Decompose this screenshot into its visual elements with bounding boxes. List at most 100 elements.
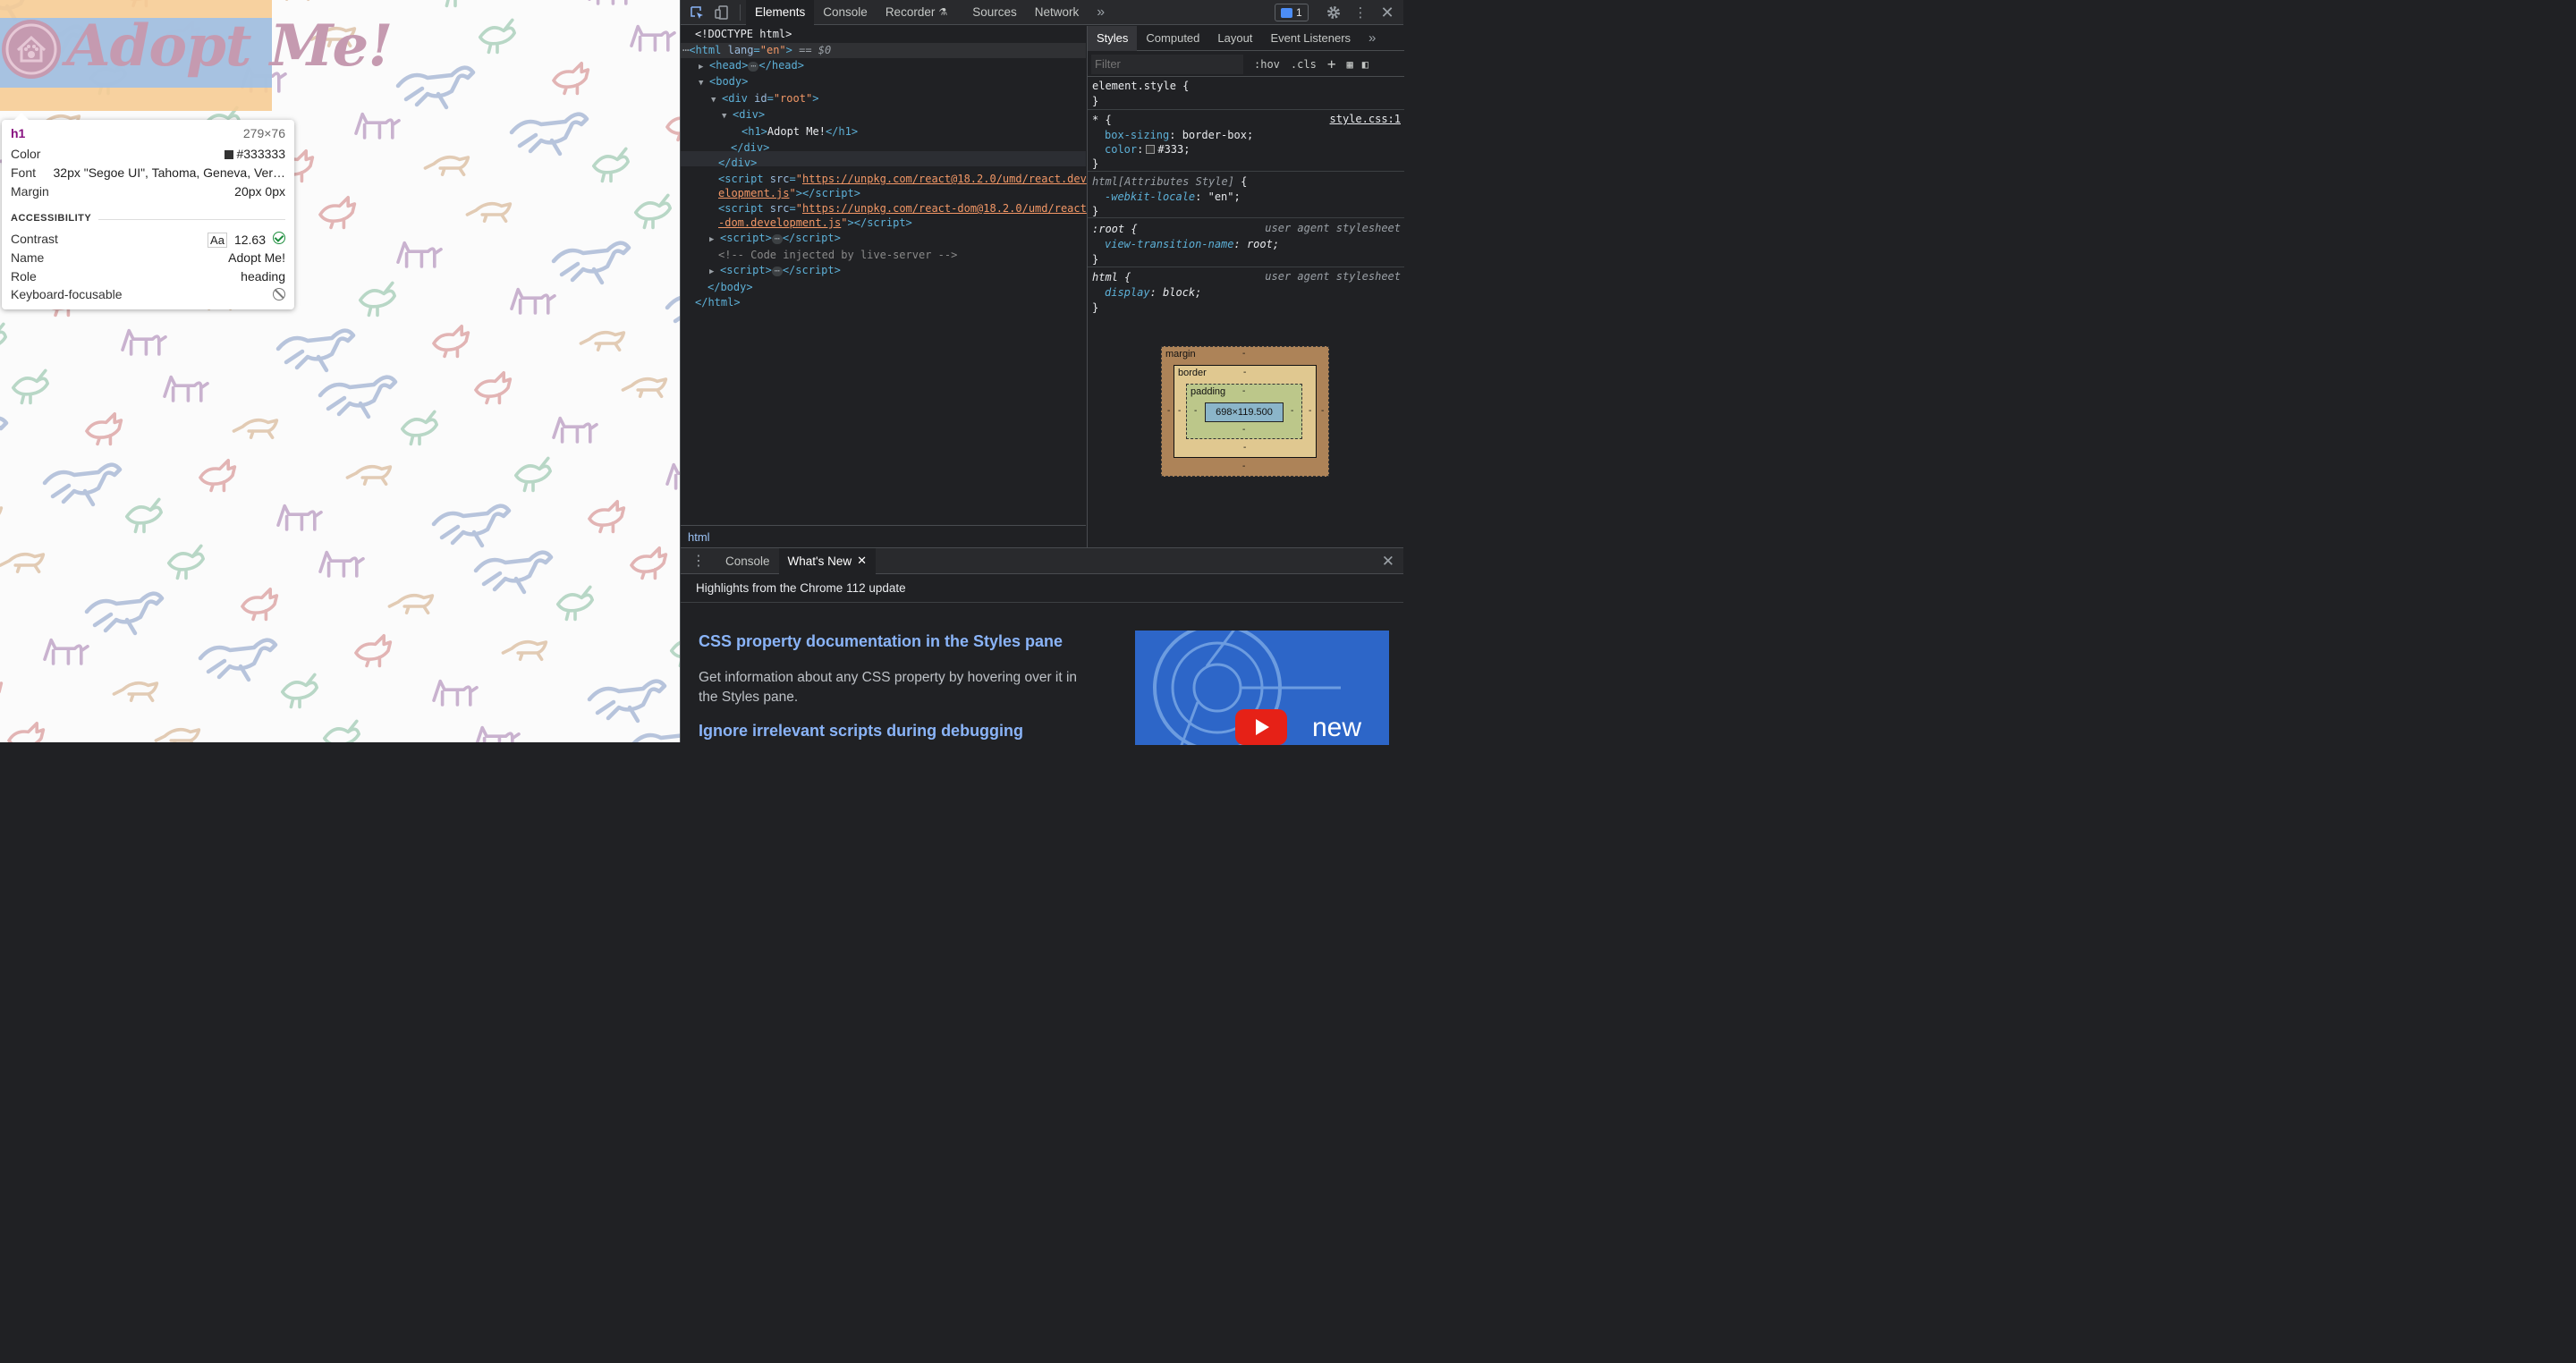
margin-top-value[interactable]: - [1242, 349, 1245, 359]
margin-bottom-value[interactable]: - [1242, 461, 1245, 471]
new-rule-plus-icon[interactable]: + [1327, 55, 1336, 72]
tab-layout[interactable]: Layout [1208, 26, 1261, 51]
border-bottom-value[interactable]: - [1243, 443, 1246, 453]
tab-console[interactable]: Console [814, 0, 877, 25]
expand-triangle-icon[interactable]: ▶ [709, 233, 720, 248]
script-collapsed-node-1[interactable]: ▶ <script> ⋯ </script> [709, 231, 841, 246]
collapse-triangle-icon[interactable]: ▼ [699, 76, 709, 91]
box-model-content-size[interactable]: 698×119.500 [1205, 402, 1284, 422]
decl-display[interactable]: display: block; [1105, 285, 1201, 301]
decl-view-transition-name[interactable]: view-transition-name: root; [1105, 237, 1279, 252]
color-swatch-icon[interactable] [1146, 145, 1156, 154]
breadcrumb-html[interactable]: html [688, 530, 710, 544]
device-toolbar-icon[interactable] [709, 0, 734, 25]
dog-doodle [475, 725, 521, 742]
close-devtools-icon[interactable]: ✕ [1375, 0, 1400, 25]
class-toggle[interactable]: .cls [1291, 58, 1317, 71]
root-div-node[interactable]: ▼ <div id="root"> [711, 91, 818, 106]
expand-triangle-icon[interactable]: ▶ [699, 60, 709, 75]
inner-div-close[interactable]: </div> [731, 140, 769, 156]
script2-src-link[interactable]: https://unpkg.com/react-dom@18.2.0/umd/r… [802, 202, 1087, 215]
border-top-value[interactable]: - [1243, 368, 1246, 377]
live-server-comment[interactable]: <!-- Code injected by live-server --> [718, 248, 957, 263]
tab-sources[interactable]: Sources [963, 0, 1026, 25]
youtube-play-icon[interactable] [1235, 709, 1287, 745]
margin-left-value[interactable]: - [1167, 406, 1170, 416]
issues-badge[interactable]: 1 [1275, 4, 1309, 21]
drawer-tab-console[interactable]: Console [716, 548, 779, 574]
tab-event-listeners[interactable]: Event Listeners [1261, 26, 1360, 51]
feature-title-link[interactable]: CSS property documentation in the Styles… [699, 632, 1063, 651]
expand-triangle-icon[interactable]: ▶ [709, 265, 720, 280]
element-style-selector[interactable]: element.style { [1092, 79, 1189, 94]
kebab-menu-icon[interactable]: ⋮ [1348, 0, 1373, 25]
head-node[interactable]: ▶ <head> ⋯ </head> [699, 58, 804, 73]
script-react-node-wrap[interactable]: elopment.js"></script> [718, 186, 860, 201]
body-node[interactable]: ▼ <body> [699, 74, 748, 89]
more-tabs-chevron-icon[interactable]: » [1088, 0, 1114, 25]
root-selector[interactable]: :root { [1092, 222, 1138, 237]
close-drawer-icon[interactable]: ✕ [1382, 553, 1394, 571]
collapse-triangle-icon[interactable]: ▼ [722, 109, 733, 124]
close-tab-icon[interactable]: ✕ [857, 554, 867, 568]
padding-top-value[interactable]: - [1242, 386, 1245, 396]
attr-style-selector-wrap[interactable]: html[Attributes Style] { [1092, 174, 1247, 190]
horse-doodle [509, 112, 589, 157]
inner-div-node[interactable]: ▼ <div> [722, 107, 765, 123]
padding-right-value[interactable]: - [1291, 406, 1293, 416]
script-react-dom-node[interactable]: <script src="https://unpkg.com/react-dom… [718, 201, 1087, 216]
bird-doodle [323, 719, 361, 742]
box-model-margin[interactable]: margin - - - - border - - - - padding - … [1161, 346, 1329, 477]
script2-src-link-cont[interactable]: -dom.development.js [718, 216, 841, 229]
padding-left-value[interactable]: - [1194, 406, 1197, 416]
tab-network[interactable]: Network [1026, 0, 1089, 25]
script1-src-link[interactable]: https://unpkg.com/react@18.2.0/umd/react… [802, 173, 1087, 185]
rat-doodle [387, 593, 435, 615]
paint-brush-icon[interactable]: ▦ [1346, 58, 1352, 71]
decl-webkit-locale[interactable]: -webkit-locale: "en"; [1105, 190, 1241, 205]
collapsed-ellipsis-icon[interactable]: ⋯ [748, 62, 759, 72]
collapsed-ellipsis-icon[interactable]: ⋯ [771, 234, 783, 244]
toggle-sidebar-icon[interactable]: ◧ [1362, 58, 1368, 71]
universal-selector[interactable]: * { [1092, 113, 1112, 128]
root-div-close[interactable]: </div> [718, 156, 757, 171]
box-model-border[interactable]: border - - - - padding - - - - 698×119.5… [1174, 365, 1317, 458]
html-lang-attr: lang [727, 44, 754, 56]
styles-filter-input[interactable] [1091, 54, 1243, 74]
border-right-value[interactable]: - [1309, 406, 1311, 416]
html-node[interactable]: ⋯<html lang="en"> == $0 [682, 43, 831, 58]
border-left-value[interactable]: - [1178, 406, 1181, 416]
tab-recorder[interactable]: Recorder ⚗ [877, 0, 956, 25]
html-selector[interactable]: html { [1092, 270, 1131, 285]
tooltip-divider [98, 219, 285, 220]
margin-right-value[interactable]: - [1321, 406, 1324, 416]
box-model-padding[interactable]: padding - - - - 698×119.500 [1186, 384, 1302, 439]
h1-node[interactable]: <h1>Adopt Me!</h1> [741, 124, 858, 140]
doctype-node[interactable]: <!DOCTYPE html> [695, 27, 792, 42]
body-close[interactable]: </body> [708, 280, 753, 295]
gear-icon[interactable] [1321, 0, 1346, 25]
tab-elements[interactable]: Elements [746, 0, 815, 25]
hover-state-toggle[interactable]: :hov [1254, 58, 1280, 71]
more-style-tabs-chevron-icon[interactable]: » [1360, 26, 1385, 51]
decl-box-sizing[interactable]: box-sizing: border-box; [1105, 128, 1253, 143]
decl-color[interactable]: color: #333; [1105, 142, 1190, 157]
drawer-tab-whats-new[interactable]: What's New ✕ [778, 547, 877, 574]
html-close[interactable]: </html> [695, 295, 741, 310]
script1-src-link-cont[interactable]: elopment.js [718, 187, 789, 199]
collapsed-ellipsis-icon[interactable]: ⋯ [771, 267, 783, 276]
contrast-aa-sample: Aa [208, 232, 227, 248]
rule-source-link[interactable]: style.css:1 [1330, 113, 1401, 125]
collapse-triangle-icon[interactable]: ▼ [711, 93, 722, 108]
feature-title-link[interactable]: Ignore irrelevant scripts during debuggi… [699, 722, 1023, 741]
inspect-element-icon[interactable] [684, 0, 709, 25]
rat-doodle [501, 639, 548, 662]
script-collapsed-node-2[interactable]: ▶ <script> ⋯ </script> [709, 263, 841, 278]
tab-computed[interactable]: Computed [1137, 26, 1208, 51]
script-react-dom-node-wrap[interactable]: -dom.development.js"></script> [718, 216, 912, 231]
whats-new-video-thumbnail[interactable]: new [1135, 631, 1389, 745]
drawer-menu-icon[interactable]: ⋮ [681, 548, 716, 574]
tab-styles[interactable]: Styles [1088, 25, 1138, 51]
padding-bottom-value[interactable]: - [1242, 425, 1245, 435]
script-react-node[interactable]: <script src="https://unpkg.com/react@18.… [718, 172, 1087, 187]
